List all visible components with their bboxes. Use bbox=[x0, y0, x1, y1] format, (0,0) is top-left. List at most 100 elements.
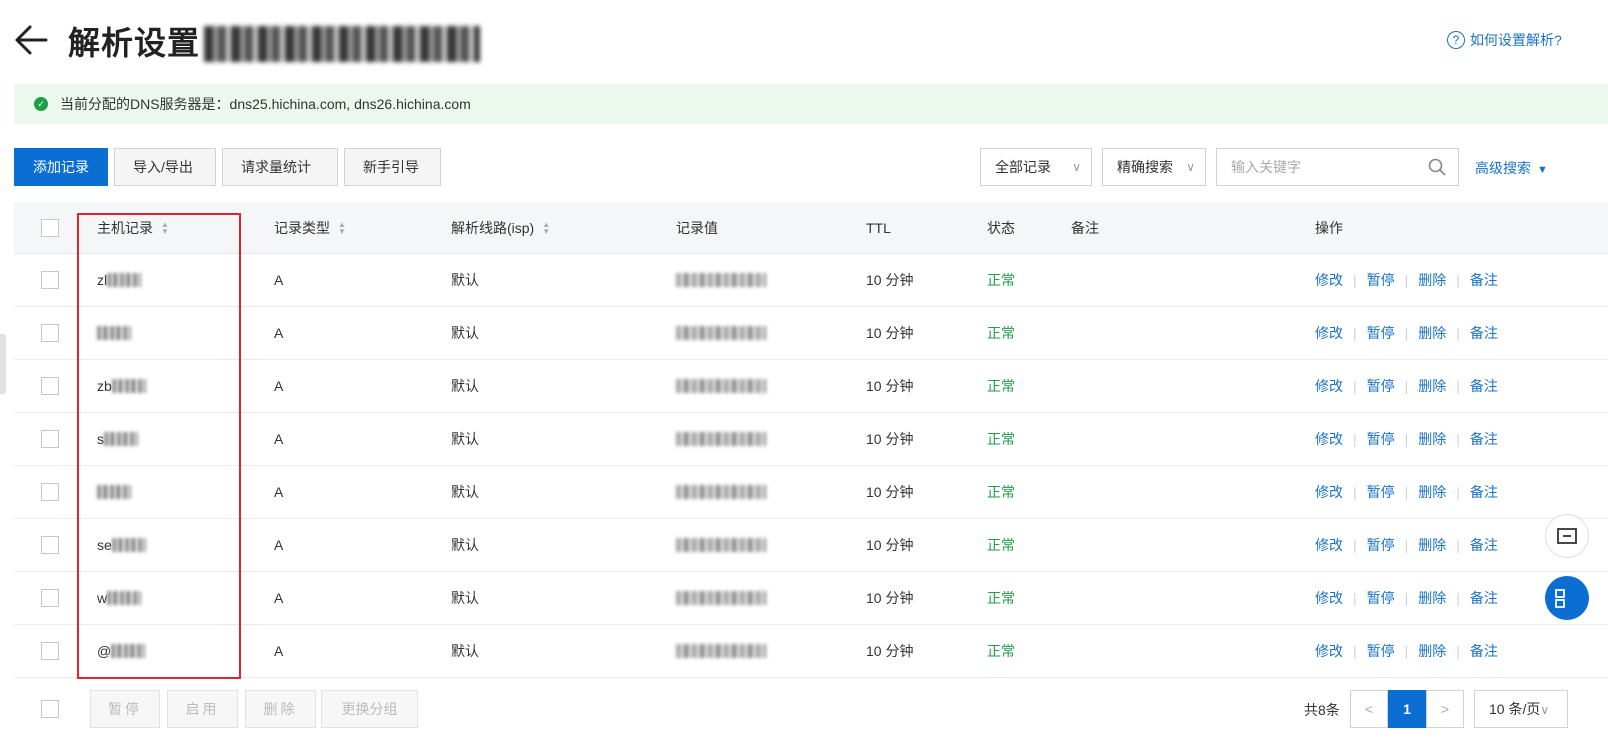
pause-link[interactable]: 暂停 bbox=[1367, 535, 1395, 555]
remark-link[interactable]: 备注 bbox=[1470, 535, 1498, 555]
table-row[interactable]: A 默认 10 分钟 正常 修改 | 暂停 | 删除 | 备注 bbox=[14, 307, 1608, 360]
edit-link[interactable]: 修改 bbox=[1315, 588, 1343, 608]
delete-link[interactable]: 删除 bbox=[1418, 270, 1446, 290]
footer-select-all-checkbox[interactable] bbox=[41, 700, 59, 718]
table-header: 主机记录 ▲ ▼ 记录类型 ▲ ▼ 解析线路(isp) ▲ ▼ 记录值 TTL 状态 备注 … bbox=[14, 202, 1608, 254]
row-checkbox[interactable] bbox=[41, 324, 59, 342]
column-type[interactable]: 记录类型 ▲ ▼ bbox=[274, 202, 346, 253]
select-all-checkbox[interactable] bbox=[41, 218, 59, 237]
sort-icon[interactable]: ▲ ▼ bbox=[338, 220, 346, 235]
remark-link[interactable]: 备注 bbox=[1470, 482, 1498, 502]
value-cell bbox=[676, 466, 766, 518]
feedback-float-button[interactable] bbox=[1545, 514, 1589, 558]
triangle-down-icon: ▼ bbox=[1537, 164, 1548, 176]
ttl-cell: 10 分钟 bbox=[866, 431, 914, 447]
delete-link[interactable]: 删除 bbox=[1418, 376, 1446, 396]
record-filter-select[interactable]: 全部记录 ∨ bbox=[980, 148, 1092, 186]
pause-link[interactable]: 暂停 bbox=[1367, 641, 1395, 661]
row-checkbox[interactable] bbox=[41, 377, 59, 395]
delete-link[interactable]: 删除 bbox=[1418, 535, 1446, 555]
pause-link[interactable]: 暂停 bbox=[1367, 429, 1395, 449]
delete-link[interactable]: 删除 bbox=[1418, 482, 1446, 502]
prev-page-button[interactable]: < bbox=[1350, 690, 1388, 728]
table-row[interactable]: w A 默认 10 分钟 正常 修改 | 暂停 | 删除 | 备注 bbox=[14, 572, 1608, 625]
table-row[interactable]: zb A 默认 10 分钟 正常 修改 | 暂停 | 删除 | 备注 bbox=[14, 360, 1608, 413]
remark-link[interactable]: 备注 bbox=[1470, 376, 1498, 396]
row-checkbox[interactable] bbox=[41, 271, 59, 289]
back-arrow-icon[interactable] bbox=[14, 22, 50, 58]
status-badge: 正常 bbox=[987, 325, 1015, 341]
row-checkbox[interactable] bbox=[41, 589, 59, 607]
edit-link[interactable]: 修改 bbox=[1315, 429, 1343, 449]
redacted-host bbox=[104, 432, 138, 446]
column-ttl: TTL bbox=[866, 219, 891, 236]
request-stats-button[interactable]: 请求量统计 bbox=[222, 148, 338, 186]
sort-icon[interactable]: ▲ ▼ bbox=[161, 220, 169, 235]
row-actions: 修改 | 暂停 | 删除 | 备注 bbox=[1315, 360, 1498, 412]
edit-link[interactable]: 修改 bbox=[1315, 376, 1343, 396]
table-row[interactable]: zl A 默认 10 分钟 正常 修改 | 暂停 | 删除 | 备注 bbox=[14, 254, 1608, 307]
table-row[interactable]: s A 默认 10 分钟 正常 修改 | 暂停 | 删除 | 备注 bbox=[14, 413, 1608, 466]
pause-link[interactable]: 暂停 bbox=[1367, 482, 1395, 502]
delete-link[interactable]: 删除 bbox=[1418, 641, 1446, 661]
remark-link[interactable]: 备注 bbox=[1470, 270, 1498, 290]
bulk-enable-button[interactable]: 启用 bbox=[167, 690, 238, 728]
search-icon[interactable] bbox=[1428, 158, 1446, 176]
host-value: @ bbox=[97, 643, 112, 659]
row-checkbox-cell bbox=[41, 466, 59, 518]
page-size-label: 10 条/页 bbox=[1489, 701, 1541, 717]
row-checkbox[interactable] bbox=[41, 430, 59, 448]
edit-link[interactable]: 修改 bbox=[1315, 482, 1343, 502]
column-host[interactable]: 主机记录 ▲ ▼ bbox=[97, 202, 169, 253]
search-input[interactable] bbox=[1217, 149, 1417, 185]
next-page-button[interactable]: > bbox=[1426, 690, 1464, 728]
table-row[interactable]: @ A 默认 10 分钟 正常 修改 | 暂停 | 删除 | 备注 bbox=[14, 625, 1608, 678]
remark-link[interactable]: 备注 bbox=[1470, 429, 1498, 449]
advanced-search-link[interactable]: 高级搜索 ▼ bbox=[1475, 158, 1548, 178]
separator: | bbox=[1456, 325, 1460, 341]
row-checkbox[interactable] bbox=[41, 483, 59, 501]
edit-link[interactable]: 修改 bbox=[1315, 270, 1343, 290]
edit-link[interactable]: 修改 bbox=[1315, 641, 1343, 661]
row-checkbox[interactable] bbox=[41, 642, 59, 660]
app-grid-float-button[interactable] bbox=[1545, 576, 1589, 620]
redacted-record-value bbox=[676, 273, 766, 287]
table-row[interactable]: se A 默认 10 分钟 正常 修改 | 暂停 | 删除 | 备注 bbox=[14, 519, 1608, 572]
pause-link[interactable]: 暂停 bbox=[1367, 270, 1395, 290]
delete-link[interactable]: 删除 bbox=[1418, 429, 1446, 449]
help-link[interactable]: ? 如何设置解析? bbox=[1447, 30, 1562, 50]
sort-icon[interactable]: ▲ ▼ bbox=[542, 220, 550, 235]
column-line[interactable]: 解析线路(isp) ▲ ▼ bbox=[451, 202, 550, 253]
pause-link[interactable]: 暂停 bbox=[1367, 588, 1395, 608]
page-size-select[interactable]: 10 条/页∨ bbox=[1474, 690, 1568, 728]
left-edge-tab[interactable] bbox=[0, 334, 6, 394]
line-cell: 默认 bbox=[451, 590, 479, 606]
search-mode-select[interactable]: 精确搜索 ∨ bbox=[1102, 148, 1206, 186]
page-1-button[interactable]: 1 bbox=[1388, 690, 1426, 728]
footer-select-cell bbox=[41, 690, 59, 728]
add-record-button[interactable]: 添加记录 bbox=[14, 148, 108, 186]
column-value: 记录值 bbox=[676, 219, 718, 236]
redacted-host bbox=[111, 644, 146, 658]
select-all-cell bbox=[41, 202, 59, 253]
host-cell: se bbox=[97, 519, 146, 571]
row-checkbox-cell bbox=[41, 307, 59, 359]
bulk-delete-button[interactable]: 删除 bbox=[245, 690, 316, 728]
redacted-host bbox=[107, 591, 142, 605]
guide-button[interactable]: 新手引导 bbox=[344, 148, 441, 186]
remark-link[interactable]: 备注 bbox=[1470, 588, 1498, 608]
import-export-button[interactable]: 导入/导出 bbox=[114, 148, 216, 186]
pause-link[interactable]: 暂停 bbox=[1367, 323, 1395, 343]
change-group-button[interactable]: 更换分组 bbox=[321, 690, 418, 728]
pause-link[interactable]: 暂停 bbox=[1367, 376, 1395, 396]
edit-link[interactable]: 修改 bbox=[1315, 323, 1343, 343]
bulk-pause-button[interactable]: 暂停 bbox=[90, 690, 160, 728]
table-row[interactable]: A 默认 10 分钟 正常 修改 | 暂停 | 删除 | 备注 bbox=[14, 466, 1608, 519]
ttl-cell: 10 分钟 bbox=[866, 590, 914, 606]
edit-link[interactable]: 修改 bbox=[1315, 535, 1343, 555]
delete-link[interactable]: 删除 bbox=[1418, 323, 1446, 343]
row-checkbox[interactable] bbox=[41, 536, 59, 554]
delete-link[interactable]: 删除 bbox=[1418, 588, 1446, 608]
remark-link[interactable]: 备注 bbox=[1470, 323, 1498, 343]
remark-link[interactable]: 备注 bbox=[1470, 641, 1498, 661]
